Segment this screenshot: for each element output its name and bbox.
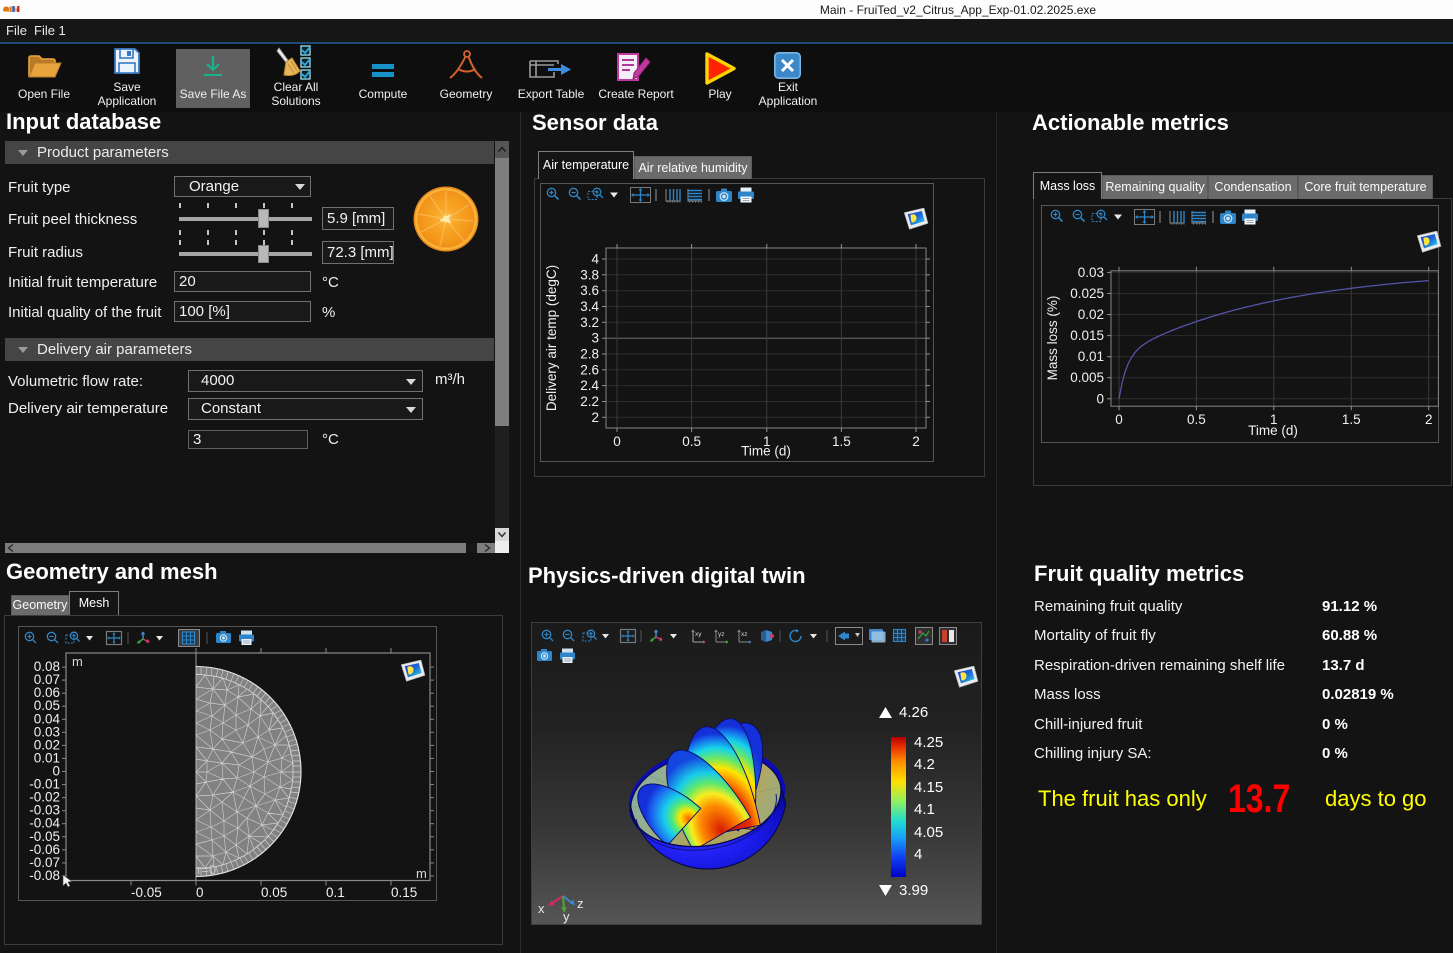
svg-text:Mass loss (%): Mass loss (%) [1045,296,1060,381]
svg-text:2.2: 2.2 [580,394,599,409]
svg-text:2.6: 2.6 [580,362,599,377]
svg-text:-0.08: -0.08 [29,868,60,883]
svg-text:0.02: 0.02 [1078,307,1104,322]
svg-text:Delivery air temp (degC): Delivery air temp (degC) [544,265,559,411]
svg-text:2.8: 2.8 [580,347,599,362]
svg-text:0.005: 0.005 [1070,370,1104,385]
svg-text:m: m [416,866,427,881]
svg-text:xz: xz [741,631,748,638]
svg-text:0: 0 [196,885,204,900]
svg-text:0.025: 0.025 [1070,286,1104,301]
svg-text:x: x [538,901,545,916]
svg-text:2.4: 2.4 [580,378,599,393]
svg-text:3: 3 [591,331,599,346]
svg-text:1.5: 1.5 [1342,412,1361,427]
svg-text:0.01: 0.01 [1078,349,1104,364]
svg-text:m: m [72,654,83,669]
svg-text:y: y [563,909,570,924]
svg-text:yz: yz [718,631,725,638]
svg-text:2: 2 [912,434,920,449]
svg-text:z: z [577,896,584,911]
svg-text:Time (d): Time (d) [741,444,791,459]
svg-text:0.03: 0.03 [1078,265,1104,280]
svg-text:r=0: r=0 [197,862,216,877]
svg-text:0.1: 0.1 [326,885,345,900]
svg-text:2: 2 [1425,412,1433,427]
svg-text:0: 0 [613,434,621,449]
svg-text:0: 0 [1096,391,1104,406]
svg-text:0.15: 0.15 [391,885,417,900]
svg-text:0.5: 0.5 [1187,412,1206,427]
svg-text:2: 2 [591,410,599,425]
svg-text:3.6: 3.6 [580,283,599,298]
svg-text:0: 0 [1115,412,1123,427]
svg-text:Time (d): Time (d) [1248,423,1298,438]
svg-text:0.015: 0.015 [1070,328,1104,343]
svg-text:3.8: 3.8 [580,267,599,282]
svg-text:-0.05: -0.05 [131,885,162,900]
svg-text:3.2: 3.2 [580,315,599,330]
svg-text:3.4: 3.4 [580,299,599,314]
svg-text:xy: xy [695,631,702,638]
svg-text:1.5: 1.5 [832,434,851,449]
svg-text:0.05: 0.05 [261,885,287,900]
svg-text:0.5: 0.5 [682,434,701,449]
svg-text:4: 4 [591,252,599,267]
